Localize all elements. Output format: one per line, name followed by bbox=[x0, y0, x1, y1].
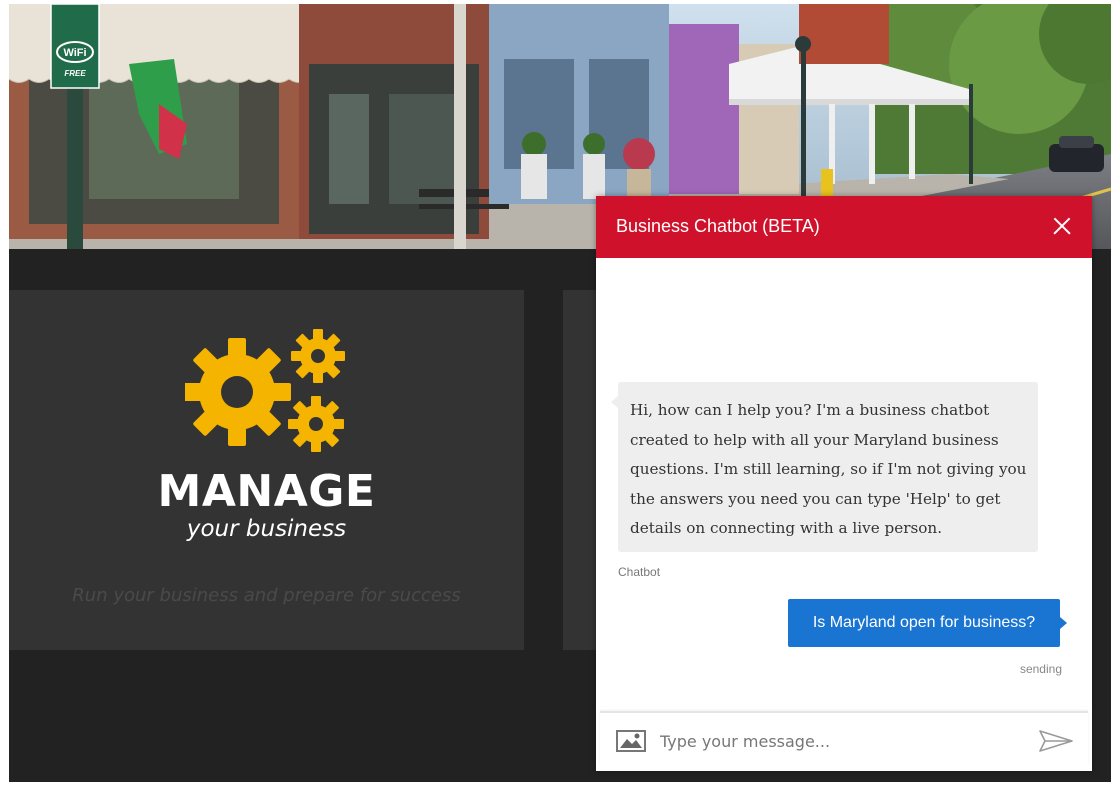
send-icon[interactable] bbox=[1038, 728, 1074, 754]
bot-sender-label: Chatbot bbox=[618, 565, 661, 579]
wifi-sign-sub: FREE bbox=[64, 69, 86, 78]
manage-description: Run your business and prepare for succes… bbox=[72, 585, 461, 606]
image-upload-icon[interactable] bbox=[616, 729, 646, 753]
manage-title: MANAGE bbox=[157, 466, 376, 517]
bot-message: Hi, how can I help you? I'm a business c… bbox=[611, 382, 1038, 552]
chatbot-window: Business Chatbot (BETA) Hi, how can I he… bbox=[596, 196, 1092, 771]
close-icon[interactable] bbox=[1046, 210, 1078, 242]
manage-subtitle: your business bbox=[186, 516, 347, 542]
user-message: Is Maryland open for business? bbox=[788, 599, 1067, 647]
wifi-sign-text: WiFi bbox=[63, 47, 86, 59]
chat-input-bar bbox=[600, 711, 1088, 767]
chatbot-title: Business Chatbot (BETA) bbox=[616, 216, 820, 236]
chatbot-header: Business Chatbot (BETA) bbox=[596, 196, 1092, 258]
message-input[interactable] bbox=[660, 723, 1020, 759]
gears-icon bbox=[183, 326, 345, 456]
message-status: sending bbox=[1019, 662, 1062, 676]
